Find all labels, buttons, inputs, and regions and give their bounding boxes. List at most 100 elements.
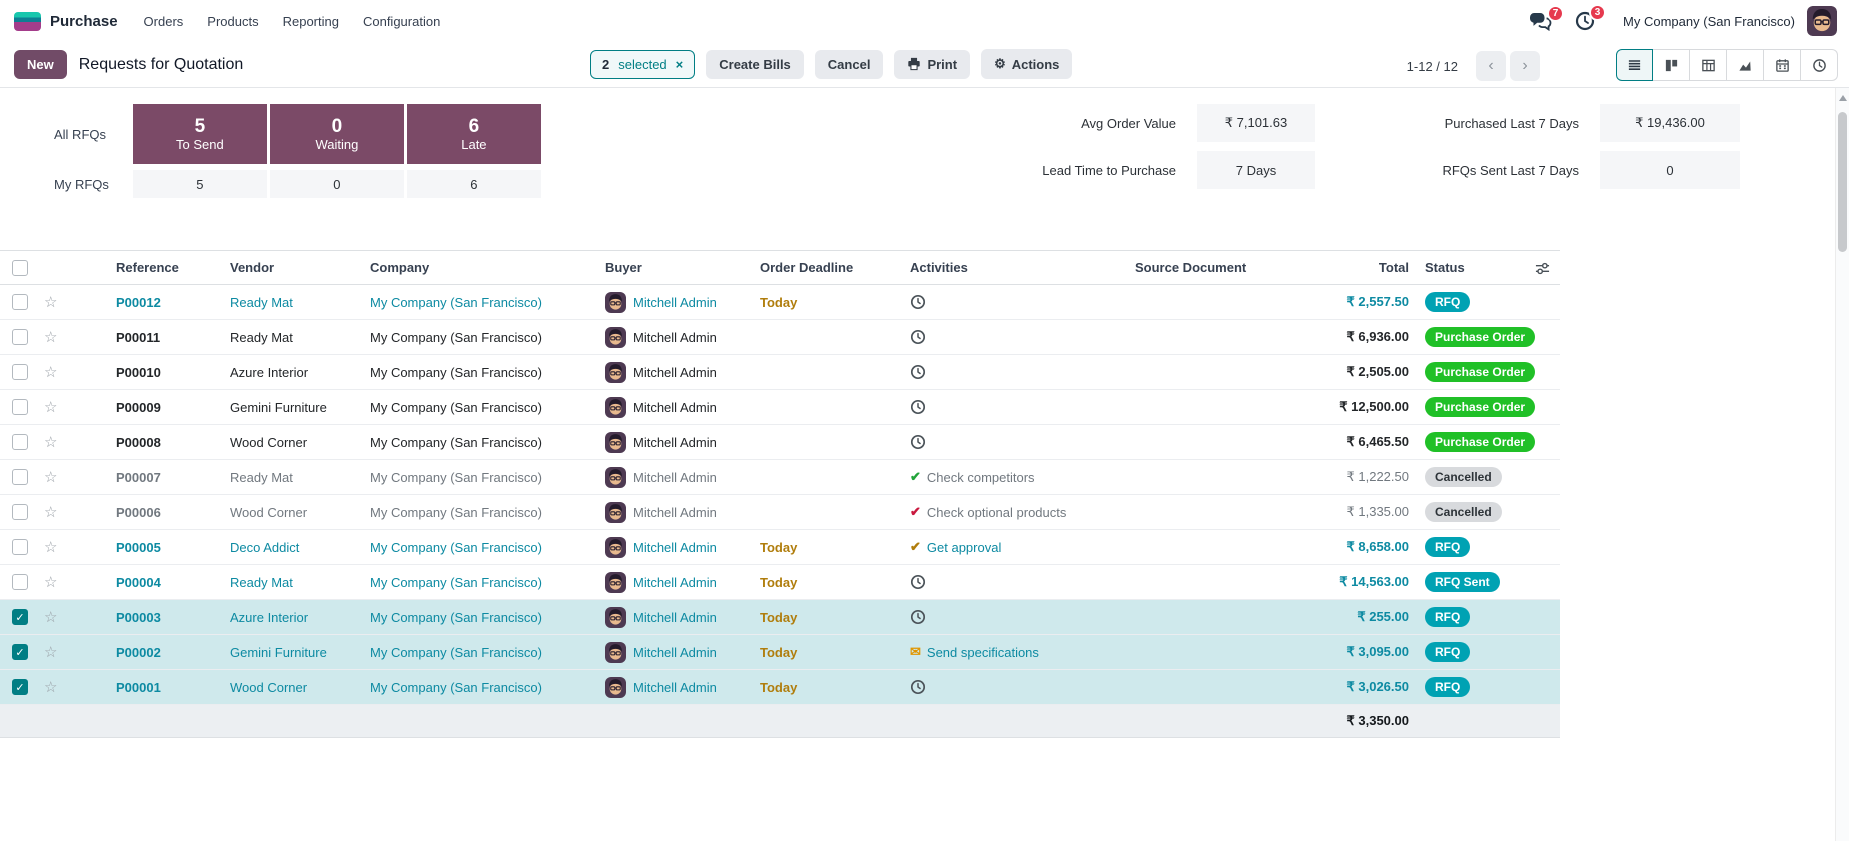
activity-view-button[interactable] [1801, 49, 1838, 81]
row-reference[interactable]: P00010 [82, 365, 222, 380]
nav-menu-products[interactable]: Products [207, 14, 258, 29]
clock-icon[interactable] [910, 294, 926, 310]
favorite-star-icon[interactable]: ☆ [44, 539, 57, 556]
user-avatar[interactable] [1807, 6, 1837, 36]
table-row[interactable]: ☆P00005Deco AddictMy Company (San Franci… [0, 530, 1560, 565]
calendar-view-button[interactable] [1764, 49, 1801, 81]
table-row[interactable]: ✓☆P00003Azure InteriorMy Company (San Fr… [0, 600, 1560, 635]
header-company[interactable]: Company [362, 260, 597, 275]
header-source-document[interactable]: Source Document [1127, 260, 1287, 275]
clock-icon[interactable] [910, 364, 926, 380]
messages-menu[interactable]: 7 [1529, 12, 1553, 31]
row-checkbox[interactable] [12, 539, 28, 555]
table-row[interactable]: ✓☆P00001Wood CornerMy Company (San Franc… [0, 670, 1560, 705]
pivot-view-button[interactable] [1690, 49, 1727, 81]
row-checkbox[interactable] [12, 434, 28, 450]
activity-label[interactable]: Send specifications [927, 645, 1039, 660]
favorite-star-icon[interactable]: ☆ [44, 574, 57, 591]
row-reference[interactable]: P00002 [82, 645, 222, 660]
activity-label[interactable]: Check optional products [927, 505, 1066, 520]
row-reference[interactable]: P00009 [82, 400, 222, 415]
favorite-star-icon[interactable]: ☆ [44, 679, 57, 696]
pager-previous-icon[interactable]: ‹ [1476, 51, 1506, 81]
favorite-star-icon[interactable]: ☆ [44, 434, 57, 451]
clear-selection-icon[interactable]: × [676, 57, 684, 72]
tile-all-waiting[interactable]: 0Waiting [270, 104, 404, 164]
apps-menu-icon[interactable] [14, 12, 41, 31]
row-reference[interactable]: P00006 [82, 505, 222, 520]
header-vendor[interactable]: Vendor [222, 260, 362, 275]
table-row[interactable]: ☆P00006Wood CornerMy Company (San Franci… [0, 495, 1560, 530]
row-checkbox[interactable] [12, 504, 28, 520]
kanban-view-button[interactable] [1653, 49, 1690, 81]
tile-my-waiting[interactable]: 0 [270, 170, 404, 198]
row-reference[interactable]: P00008 [82, 435, 222, 450]
table-row[interactable]: ☆P00007Ready MatMy Company (San Francisc… [0, 460, 1560, 495]
row-reference[interactable]: P00011 [82, 330, 222, 345]
header-activities[interactable]: Activities [902, 260, 1127, 275]
row-reference[interactable]: P00003 [82, 610, 222, 625]
all-rfqs-label[interactable]: All RFQs [54, 104, 109, 164]
pager-next-icon[interactable]: › [1510, 51, 1540, 81]
row-checkbox[interactable] [12, 399, 28, 415]
clock-icon[interactable] [910, 399, 926, 415]
row-checkbox[interactable] [12, 329, 28, 345]
tile-my-to-send[interactable]: 5 [133, 170, 267, 198]
company-switcher[interactable]: My Company (San Francisco) [1623, 14, 1795, 29]
header-total[interactable]: Total [1287, 260, 1417, 275]
clock-icon[interactable] [910, 679, 926, 695]
table-row[interactable]: ☆P00011Ready MatMy Company (San Francisc… [0, 320, 1560, 355]
favorite-star-icon[interactable]: ☆ [44, 294, 57, 311]
print-button[interactable]: Print [894, 50, 970, 79]
row-reference[interactable]: P00001 [82, 680, 222, 695]
table-row[interactable]: ☆P00004Ready MatMy Company (San Francisc… [0, 565, 1560, 600]
optional-columns-toggle-icon[interactable] [1535, 261, 1550, 279]
create-bills-button[interactable]: Create Bills [706, 50, 804, 79]
my-rfqs-label[interactable]: My RFQs [54, 170, 109, 198]
row-reference[interactable]: P00007 [82, 470, 222, 485]
scrollbar-up-arrow-icon[interactable] [1839, 95, 1847, 101]
favorite-star-icon[interactable]: ☆ [44, 469, 57, 486]
new-button[interactable]: New [14, 50, 67, 79]
favorite-star-icon[interactable]: ☆ [44, 609, 57, 626]
tile-all-to-send[interactable]: 5To Send [133, 104, 267, 164]
graph-view-button[interactable] [1727, 49, 1764, 81]
clock-icon[interactable] [910, 574, 926, 590]
table-row[interactable]: ☆P00012Ready MatMy Company (San Francisc… [0, 285, 1560, 320]
activity-label[interactable]: Check competitors [927, 470, 1035, 485]
row-reference[interactable]: P00005 [82, 540, 222, 555]
favorite-star-icon[interactable]: ☆ [44, 399, 57, 416]
row-checkbox[interactable] [12, 294, 28, 310]
header-buyer[interactable]: Buyer [597, 260, 752, 275]
favorite-star-icon[interactable]: ☆ [44, 644, 57, 661]
table-row[interactable]: ☆P00008Wood CornerMy Company (San Franci… [0, 425, 1560, 460]
table-row[interactable]: ☆P00010Azure InteriorMy Company (San Fra… [0, 355, 1560, 390]
clock-icon[interactable] [910, 329, 926, 345]
table-row[interactable]: ✓☆P00002Gemini FurnitureMy Company (San … [0, 635, 1560, 670]
list-view-button[interactable] [1616, 49, 1653, 81]
tile-all-late[interactable]: 6Late [407, 104, 541, 164]
scrollbar-thumb[interactable] [1838, 112, 1847, 252]
cancel-button[interactable]: Cancel [815, 50, 884, 79]
pager-count[interactable]: 1-12 / 12 [1407, 59, 1458, 74]
row-reference[interactable]: P00012 [82, 295, 222, 310]
nav-menu-configuration[interactable]: Configuration [363, 14, 440, 29]
row-checkbox[interactable]: ✓ [12, 679, 28, 695]
row-checkbox[interactable]: ✓ [12, 609, 28, 625]
row-reference[interactable]: P00004 [82, 575, 222, 590]
app-name[interactable]: Purchase [50, 13, 118, 30]
header-order-deadline[interactable]: Order Deadline [752, 260, 902, 275]
actions-button[interactable]: ⚙ Actions [981, 49, 1072, 79]
activities-menu[interactable]: 3 [1575, 11, 1595, 31]
row-checkbox[interactable]: ✓ [12, 644, 28, 660]
tile-my-late[interactable]: 6 [407, 170, 541, 198]
row-checkbox[interactable] [12, 574, 28, 590]
nav-menu-orders[interactable]: Orders [144, 14, 184, 29]
header-reference[interactable]: Reference [82, 260, 222, 275]
select-all-checkbox[interactable] [12, 260, 28, 276]
favorite-star-icon[interactable]: ☆ [44, 364, 57, 381]
row-checkbox[interactable] [12, 469, 28, 485]
nav-menu-reporting[interactable]: Reporting [283, 14, 339, 29]
favorite-star-icon[interactable]: ☆ [44, 504, 57, 521]
clock-icon[interactable] [910, 434, 926, 450]
